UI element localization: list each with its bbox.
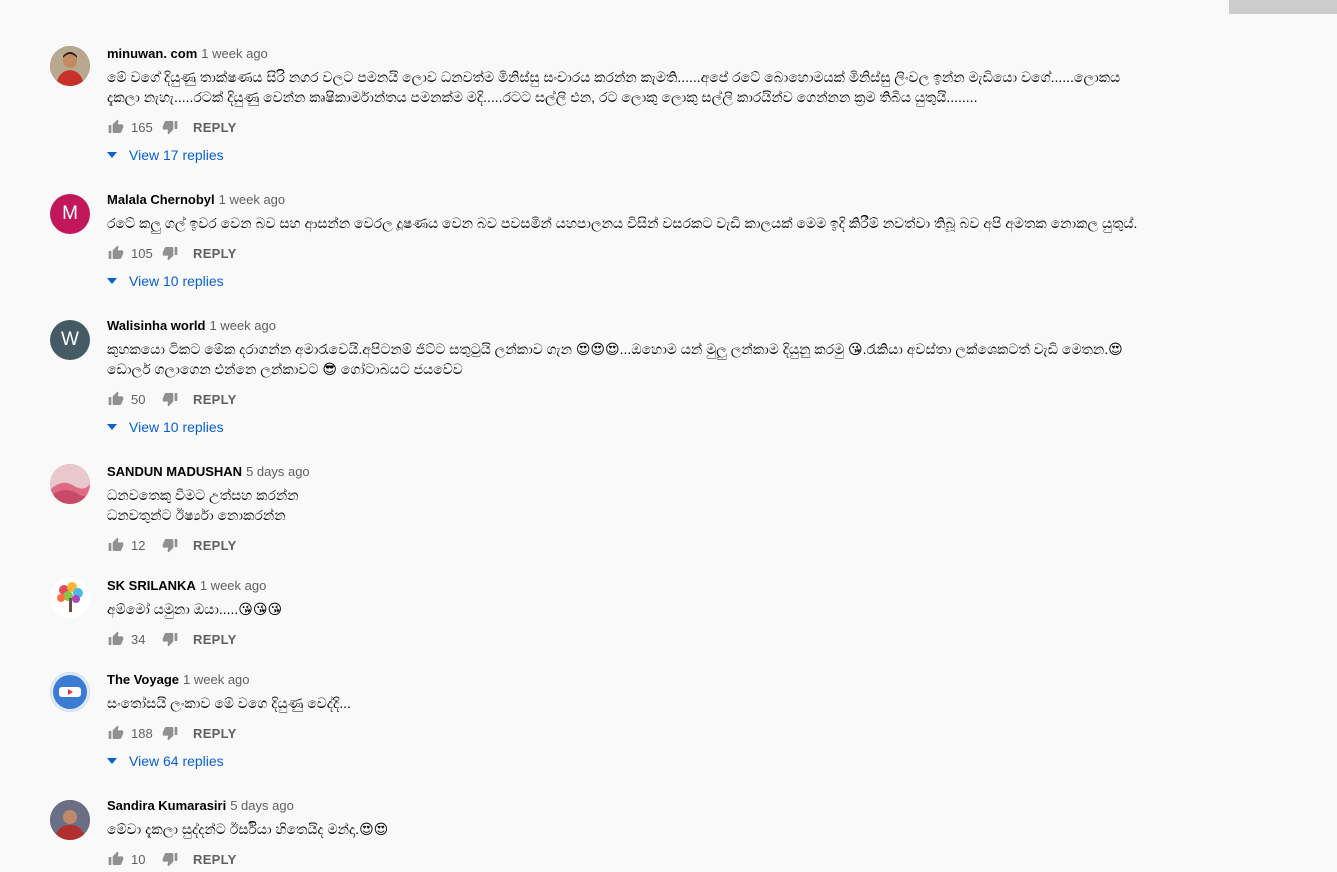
author-name[interactable]: Sandira Kumarasiri — [107, 798, 226, 813]
comment-text: කුහකයො ටිකට මේක දරාගන්න අමාරැවෙයි.අපිටනම… — [107, 341, 1123, 377]
thumbs-down-icon[interactable] — [161, 118, 179, 136]
author-name[interactable]: Malala Chernobyl — [107, 192, 215, 207]
comment-timestamp[interactable]: 1 week ago — [219, 192, 286, 207]
author-name[interactable]: The Voyage — [107, 672, 179, 687]
thumbs-down-icon[interactable] — [161, 244, 179, 262]
caret-down-icon — [107, 422, 117, 432]
comment-timestamp[interactable]: 1 week ago — [201, 46, 268, 61]
comment-text: ධනවතෙකු වීමට උත්සහ කරන්න ධනවතුන්ට ඊර්ෂ්‍… — [107, 487, 299, 523]
reply-button[interactable]: REPLY — [193, 246, 237, 261]
view-replies-button[interactable]: View 10 replies — [107, 417, 224, 437]
thumbs-down-icon[interactable] — [161, 390, 179, 408]
caret-down-icon — [107, 150, 117, 160]
avatar[interactable] — [50, 464, 90, 504]
comment-timestamp[interactable]: 1 week ago — [183, 672, 250, 687]
avatar[interactable]: M — [50, 194, 90, 234]
top-scroll-tab — [1229, 0, 1337, 14]
user-photo-icon — [50, 800, 90, 840]
avatar[interactable] — [50, 800, 90, 840]
thumbs-down-icon[interactable] — [161, 536, 179, 554]
view-replies-label: View 10 replies — [129, 419, 224, 435]
caret-down-icon — [107, 276, 117, 286]
reply-button[interactable]: REPLY — [193, 726, 237, 741]
thumbs-down-icon[interactable] — [161, 724, 179, 742]
user-photo-icon — [50, 464, 90, 504]
thumbs-up-icon[interactable] — [107, 630, 125, 648]
comment-text: රටේ කලු ගල් ඉවර වෙන බව සහ ආසන්න වෙරල දූෂ… — [107, 215, 1138, 231]
comment-actions: 165 REPLY — [107, 117, 237, 137]
thumbs-down-icon[interactable] — [161, 630, 179, 648]
comment-text: මේ වගේ දියුණු තාක්ෂණය සිරි නගර වලට පමනයි… — [107, 69, 1121, 105]
view-replies-button[interactable]: View 64 replies — [107, 751, 224, 771]
tree-logo-icon — [50, 578, 90, 618]
view-replies-label: View 10 replies — [129, 273, 224, 289]
caret-down-icon — [107, 756, 117, 766]
avatar[interactable] — [50, 46, 90, 86]
comment-header: SK SRILANKA 1 week ago — [107, 577, 266, 595]
thumbs-up-icon[interactable] — [107, 390, 125, 408]
comment-text: අම්මෝ යමුනා ඔයා.....😘😘😘 — [107, 601, 283, 617]
thumbs-up-icon[interactable] — [107, 724, 125, 742]
view-replies-label: View 17 replies — [129, 147, 224, 163]
comment-header: The Voyage 1 week ago — [107, 671, 250, 689]
comment-actions: 34 REPLY — [107, 629, 237, 649]
reply-button[interactable]: REPLY — [193, 392, 237, 407]
avatar[interactable] — [50, 578, 90, 618]
author-name[interactable]: minuwan. com — [107, 46, 197, 61]
comment-actions: 105 REPLY — [107, 243, 237, 263]
like-count: 34 — [131, 631, 146, 647]
comment-timestamp[interactable]: 1 week ago — [209, 318, 276, 333]
comment-header: SANDUN MADUSHAN 5 days ago — [107, 463, 310, 481]
comment-text: සංතෝසයි ලංකාව මේ වගෙ දියුණු වෙද්දි... — [107, 695, 351, 711]
reply-button[interactable]: REPLY — [193, 632, 237, 647]
reply-button[interactable]: REPLY — [193, 120, 237, 135]
author-name[interactable]: SK SRILANKA — [107, 578, 196, 593]
reply-button[interactable]: REPLY — [193, 538, 237, 553]
like-count: 165 — [131, 119, 153, 135]
avatar[interactable] — [50, 672, 90, 712]
youtube-logo-icon — [50, 672, 90, 712]
like-count: 188 — [131, 725, 153, 741]
like-count: 50 — [131, 391, 146, 407]
thumbs-up-icon[interactable] — [107, 850, 125, 868]
comment-text: මේවා දැකලා සුද්දන්ට ඊර්සියා හිතෙයිද මන්ද… — [107, 821, 389, 837]
comment-header: minuwan. com 1 week ago — [107, 45, 268, 63]
comment-actions: 50 REPLY — [107, 389, 237, 409]
thumbs-up-icon[interactable] — [107, 244, 125, 262]
author-name[interactable]: Walisinha world — [107, 318, 205, 333]
like-count: 12 — [131, 537, 146, 553]
thumbs-up-icon[interactable] — [107, 536, 125, 554]
comment-header: Malala Chernobyl 1 week ago — [107, 191, 285, 209]
comment-header: Walisinha world 1 week ago — [107, 317, 276, 335]
avatar-letter: W — [61, 329, 79, 350]
comment-timestamp[interactable]: 5 days ago — [246, 464, 310, 479]
comment-header: Sandira Kumarasiri 5 days ago — [107, 797, 294, 815]
thumbs-down-icon[interactable] — [161, 850, 179, 868]
reply-button[interactable]: REPLY — [193, 852, 237, 867]
avatar[interactable]: W — [50, 320, 90, 360]
view-replies-label: View 64 replies — [129, 753, 224, 769]
like-count: 10 — [131, 851, 146, 867]
view-replies-button[interactable]: View 17 replies — [107, 145, 224, 165]
comment-timestamp[interactable]: 5 days ago — [230, 798, 294, 813]
view-replies-button[interactable]: View 10 replies — [107, 271, 224, 291]
user-photo-icon — [50, 46, 90, 86]
thumbs-up-icon[interactable] — [107, 118, 125, 136]
author-name[interactable]: SANDUN MADUSHAN — [107, 464, 242, 479]
comment-timestamp[interactable]: 1 week ago — [200, 578, 267, 593]
comment-actions: 10 REPLY — [107, 849, 237, 869]
comment-actions: 188 REPLY — [107, 723, 237, 743]
like-count: 105 — [131, 245, 153, 261]
comment-actions: 12 REPLY — [107, 535, 237, 555]
avatar-letter: M — [62, 203, 78, 224]
